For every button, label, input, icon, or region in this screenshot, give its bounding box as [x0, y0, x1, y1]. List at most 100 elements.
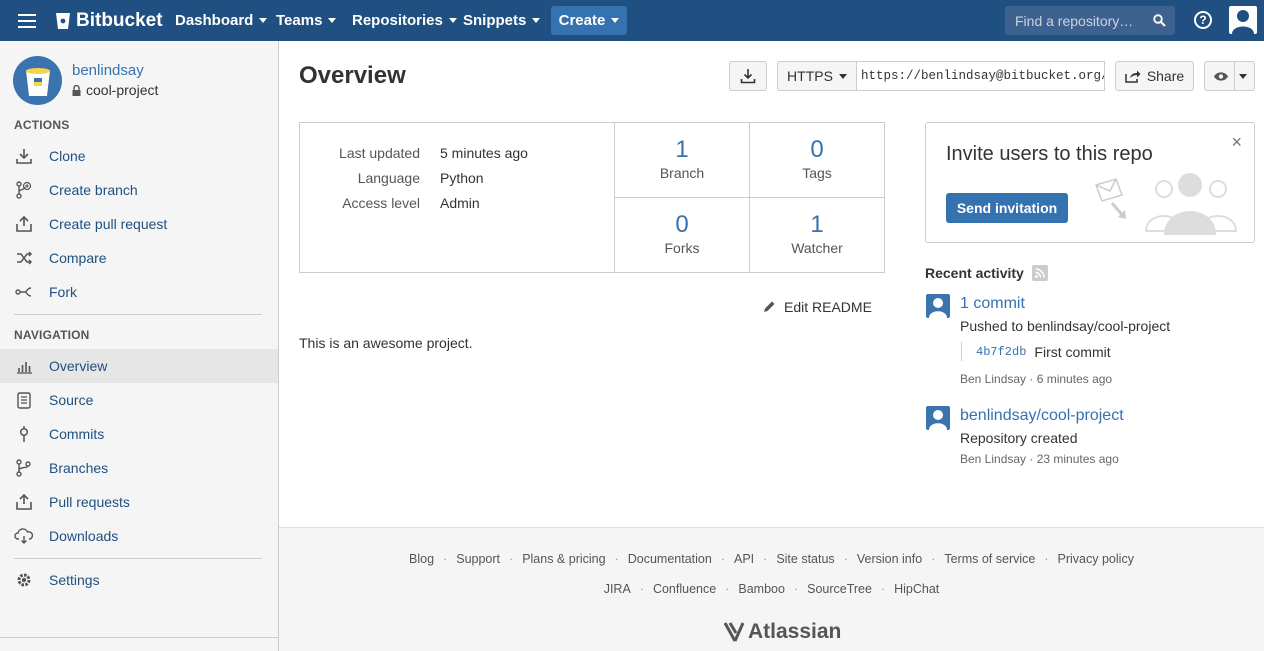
close-icon[interactable]: × [1231, 132, 1242, 153]
stat-caption: Forks [664, 240, 700, 256]
send-invitation-button[interactable]: Send invitation [946, 193, 1068, 223]
sidebar-item-label: Downloads [49, 528, 119, 544]
separator: · [931, 552, 936, 566]
chevron-down-icon [328, 18, 337, 23]
brand-name: Bitbucket [76, 9, 163, 31]
activity-avatar[interactable] [926, 406, 950, 430]
repository-search-input[interactable]: Find a repository… [1005, 6, 1175, 35]
separator: · [509, 552, 514, 566]
activity-description: Pushed to benlindsay/cool-project [960, 318, 1171, 334]
footer: Blog · Support · Plans & pricing · Document… [279, 527, 1264, 651]
atlassian-logo[interactable]: Atlassian [723, 620, 841, 644]
document-icon [14, 390, 34, 410]
nav-repositories-label: Repositories [352, 12, 443, 29]
pencil-icon [764, 301, 775, 312]
stat-number: 0 [675, 211, 689, 238]
chevron-down-icon [1239, 74, 1247, 79]
sidebar-item-clone[interactable]: Clone [0, 139, 278, 173]
commit-icon [14, 424, 34, 444]
sidebar-item-pull-requests[interactable]: Pull requests [0, 485, 278, 519]
activity-repo-link[interactable]: benlindsay/cool-project [960, 407, 1124, 425]
pull-request-icon [14, 214, 34, 234]
footer-link-api[interactable]: API [734, 552, 754, 566]
sidebar-bottom-divider [0, 637, 278, 638]
stat-watchers[interactable]: 1 Watcher [749, 197, 884, 272]
footer-link-confluence[interactable]: Confluence [653, 582, 716, 596]
activity-commit-link[interactable]: 1 commit [960, 295, 1025, 313]
activity-avatar[interactable] [926, 294, 950, 318]
protocol-dropdown[interactable]: HTTPS [777, 61, 857, 91]
rss-icon[interactable] [1031, 265, 1048, 281]
separator: · [793, 582, 799, 596]
footer-link-blog[interactable]: Blog [409, 552, 434, 566]
activity-description: Repository created [960, 430, 1078, 446]
nav-dashboard[interactable]: Dashboard [175, 0, 268, 41]
separator: · [614, 552, 619, 566]
nav-repositories[interactable]: Repositories [352, 0, 457, 41]
nav-snippets[interactable]: Snippets [463, 0, 541, 41]
footer-link-documentation[interactable]: Documentation [628, 552, 712, 566]
nav-teams[interactable]: Teams [276, 0, 337, 41]
footer-link-jira[interactable]: JIRA [604, 582, 631, 596]
page-title: Overview [299, 62, 406, 89]
clone-url-input[interactable]: https://benlindsay@bitbucket.org/ [856, 61, 1105, 91]
sidebar-item-fork[interactable]: Fork [0, 275, 278, 309]
footer-link-bamboo[interactable]: Bamboo [738, 582, 785, 596]
footer-link-terms[interactable]: Terms of service [944, 552, 1035, 566]
download-repo-button[interactable] [729, 61, 767, 91]
sidebar-item-compare[interactable]: Compare [0, 241, 278, 275]
footer-link-support[interactable]: Support [456, 552, 500, 566]
footer-link-hipchat[interactable]: HipChat [894, 582, 939, 596]
watch-dropdown[interactable] [1204, 61, 1255, 91]
sidebar-item-commits[interactable]: Commits [0, 417, 278, 451]
share-label: Share [1146, 68, 1185, 84]
create-button[interactable]: Create [551, 6, 627, 35]
sidebar-item-label: Compare [49, 250, 107, 266]
sidebar-item-source[interactable]: Source [0, 383, 278, 417]
shuffle-icon [14, 248, 34, 268]
repo-avatar[interactable] [13, 56, 62, 105]
stat-number: 0 [810, 136, 824, 163]
footer-link-version-info[interactable]: Version info [857, 552, 922, 566]
activity-commit-row: 4b7f2db First commit [961, 342, 1111, 361]
sidebar-item-overview[interactable]: Overview [0, 349, 278, 383]
repo-name[interactable]: cool-project [72, 82, 158, 98]
help-glyph: ? [1199, 13, 1207, 27]
footer-link-site-status[interactable]: Site status [776, 552, 834, 566]
share-button[interactable]: Share [1115, 61, 1194, 91]
menu-icon[interactable] [17, 0, 37, 41]
footer-link-privacy[interactable]: Privacy policy [1058, 552, 1134, 566]
sidebar-divider [14, 558, 262, 559]
sidebar-item-settings[interactable]: Settings [0, 563, 278, 597]
branch-plus-icon [14, 180, 34, 200]
stat-branches[interactable]: 1 Branch [614, 123, 749, 198]
nav-teams-label: Teams [276, 12, 323, 29]
python-cup-icon [25, 67, 50, 96]
sidebar-item-label: Create pull request [49, 216, 168, 232]
stat-tags[interactable]: 0 Tags [749, 123, 884, 198]
separator: · [720, 552, 725, 566]
clone-url-value: https://benlindsay@bitbucket.org/ [861, 69, 1105, 83]
gear-icon [14, 570, 34, 590]
meta-value: 5 minutes ago [440, 145, 528, 161]
separator: · [725, 582, 730, 596]
commit-hash-link[interactable]: 4b7f2db [976, 345, 1026, 359]
stat-caption: Watcher [791, 240, 843, 256]
repo-owner-link[interactable]: benlindsay [72, 62, 144, 79]
sidebar-item-create-branch[interactable]: Create branch [0, 173, 278, 207]
sidebar-item-create-pull-request[interactable]: Create pull request [0, 207, 278, 241]
edit-readme-button[interactable]: Edit README [762, 299, 872, 315]
user-avatar[interactable] [1229, 6, 1257, 34]
bitbucket-logo[interactable]: Bitbucket [55, 0, 163, 41]
sidebar-item-branches[interactable]: Branches [0, 451, 278, 485]
stat-forks[interactable]: 0 Forks [614, 197, 749, 272]
footer-link-pricing[interactable]: Plans & pricing [522, 552, 605, 566]
sidebar-item-downloads[interactable]: Downloads [0, 519, 278, 553]
footer-link-sourcetree[interactable]: SourceTree [807, 582, 872, 596]
chevron-down-icon [838, 73, 847, 79]
invite-users-panel: Invite users to this repo × Send invitat… [925, 122, 1255, 243]
chevron-down-icon [259, 18, 268, 23]
help-icon[interactable]: ? [1194, 11, 1212, 29]
repo-name-label: cool-project [86, 82, 159, 98]
separator: · [639, 582, 644, 596]
